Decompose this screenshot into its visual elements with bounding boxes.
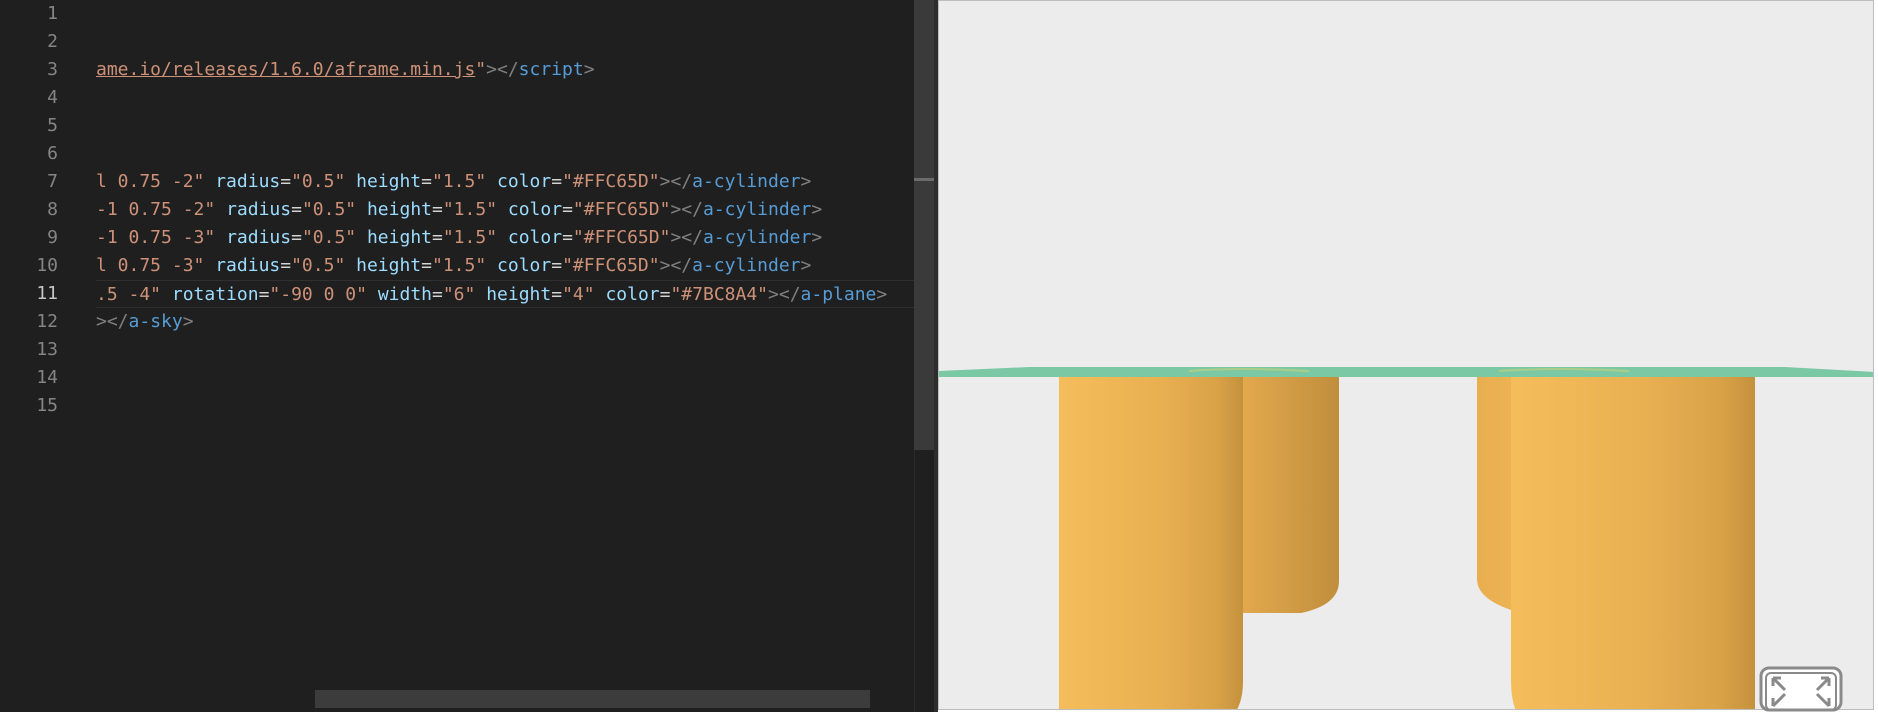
plane (939, 367, 1873, 377)
attr-value: "0.5" (291, 171, 346, 192)
attr-value: "#FFC65D" (562, 255, 660, 276)
attr-value: "-90 0 0" (269, 284, 367, 305)
attr-name: height (356, 171, 422, 192)
attr-value: "0.5" (301, 227, 357, 248)
attr-name: width (377, 284, 432, 305)
attr-value: "#FFC65D" (572, 199, 671, 220)
line-number: 7 (47, 171, 58, 192)
position-value: -1 0.75 -3" (96, 227, 216, 248)
line-number: 3 (47, 59, 58, 80)
attr-value: "1.5" (432, 171, 487, 192)
line-number: 13 (36, 339, 58, 360)
scrollbar-cursor-marker (914, 178, 934, 181)
attr-value: "#FFC65D" (562, 171, 660, 192)
attr-value: "1.5" (442, 227, 498, 248)
attr-name: radius (215, 171, 281, 192)
tag-punctuation: > (800, 255, 812, 276)
line-number: 5 (47, 115, 58, 136)
attr-value: "4" (562, 284, 595, 305)
string-quote: " (475, 59, 487, 80)
attr-name: height (366, 227, 432, 248)
line-number: 4 (47, 87, 58, 108)
code-text-area[interactable]: ame.io/releases/1.6.0/aframe.min.js"></s… (96, 0, 932, 712)
attr-name: color (507, 199, 563, 220)
tag-name: a-cylinder (702, 199, 812, 220)
tag-punctuation: > (811, 227, 823, 248)
code-line-9[interactable]: -1 0.75 -3" radius="0.5" height="1.5" co… (96, 224, 822, 252)
line-number: 15 (36, 395, 58, 416)
line-number: 8 (47, 199, 58, 220)
tag-punctuation: > (876, 284, 888, 305)
enter-vr-fullscreen-icon[interactable] (1759, 666, 1843, 712)
line-number: 2 (47, 31, 58, 52)
attr-name: radius (226, 199, 292, 220)
attr-name: radius (215, 255, 281, 276)
tag-punctuation: > (583, 59, 595, 80)
tag-punctuation: ></ (486, 59, 519, 80)
attr-value: "1.5" (442, 199, 498, 220)
preview-pane (938, 0, 1878, 712)
code-line-10[interactable]: l 0.75 -3" radius="0.5" height="1.5" col… (96, 252, 811, 280)
scene-render (939, 367, 1873, 709)
line-number: 1 (47, 3, 58, 24)
tag-punctuation: > (182, 311, 194, 332)
code-line-11-current[interactable]: .5 -4" rotation="-90 0 0" width="6" heig… (96, 280, 932, 308)
cylinder-front-right (1511, 377, 1755, 709)
tag-name: a-plane (800, 284, 877, 305)
attr-value: "0.5" (301, 199, 357, 220)
tag-name: a-cylinder (692, 255, 801, 276)
tag-punctuation: > (96, 311, 107, 332)
tag-punctuation: ></ (659, 171, 693, 192)
line-number: 9 (47, 227, 58, 248)
line-number: 6 (47, 143, 58, 164)
tag-name: a-cylinder (692, 171, 801, 192)
line-number: 10 (36, 255, 58, 276)
position-value: l 0.75 -3" (96, 255, 205, 276)
attr-name: height (366, 199, 432, 220)
tag-name: a-sky (128, 311, 183, 332)
attr-name: color (497, 255, 552, 276)
attr-name: color (605, 284, 660, 305)
code-line-7[interactable]: l 0.75 -2" radius="0.5" height="1.5" col… (96, 168, 811, 196)
tag-punctuation: ></ (768, 284, 801, 305)
attr-value: "0.5" (291, 255, 346, 276)
code-line-3[interactable]: ame.io/releases/1.6.0/aframe.min.js"></s… (96, 56, 595, 84)
horizontal-scrollbar-thumb[interactable] (315, 690, 870, 708)
attr-name: rotation (171, 284, 259, 305)
attr-name: height (486, 284, 552, 305)
line-number: 14 (36, 367, 58, 388)
attr-name: height (356, 255, 422, 276)
code-line-12[interactable]: ></a-sky> (96, 308, 194, 336)
attr-value: "#FFC65D" (572, 227, 671, 248)
attr-name: radius (226, 227, 292, 248)
tag-name: a-cylinder (702, 227, 812, 248)
vertical-scrollbar-thumb[interactable] (914, 0, 934, 450)
line-number-active: 11 (36, 283, 58, 304)
line-number: 12 (36, 311, 58, 332)
aframe-scene-canvas[interactable] (938, 0, 1874, 710)
position-value: -1 0.75 -2" (96, 199, 216, 220)
script-src-url[interactable]: ame.io/releases/1.6.0/aframe.min.js (96, 59, 475, 80)
attr-value: "1.5" (432, 255, 487, 276)
attr-value: "#7BC8A4" (670, 284, 769, 305)
attr-name: color (497, 171, 552, 192)
tag-punctuation: > (800, 171, 812, 192)
tag-punctuation: </ (106, 311, 129, 332)
tag-punctuation: ></ (670, 199, 703, 220)
attr-value: "6" (442, 284, 476, 305)
code-line-8[interactable]: -1 0.75 -2" radius="0.5" height="1.5" co… (96, 196, 822, 224)
code-editor[interactable]: 1 2 3 4 5 6 7 8 9 10 11 12 13 14 15 ame.… (0, 0, 937, 712)
attr-name: color (507, 227, 563, 248)
tag-name: script (518, 59, 584, 80)
line-number-gutter: 1 2 3 4 5 6 7 8 9 10 11 12 13 14 15 (0, 0, 96, 712)
tag-punctuation: ></ (659, 255, 693, 276)
cylinder-back-left (1241, 377, 1339, 613)
cylinder-front-left (1059, 377, 1243, 709)
position-value: .5 -4" (96, 284, 162, 305)
tag-punctuation: ></ (670, 227, 703, 248)
position-value: l 0.75 -2" (96, 171, 205, 192)
tag-punctuation: > (811, 199, 823, 220)
